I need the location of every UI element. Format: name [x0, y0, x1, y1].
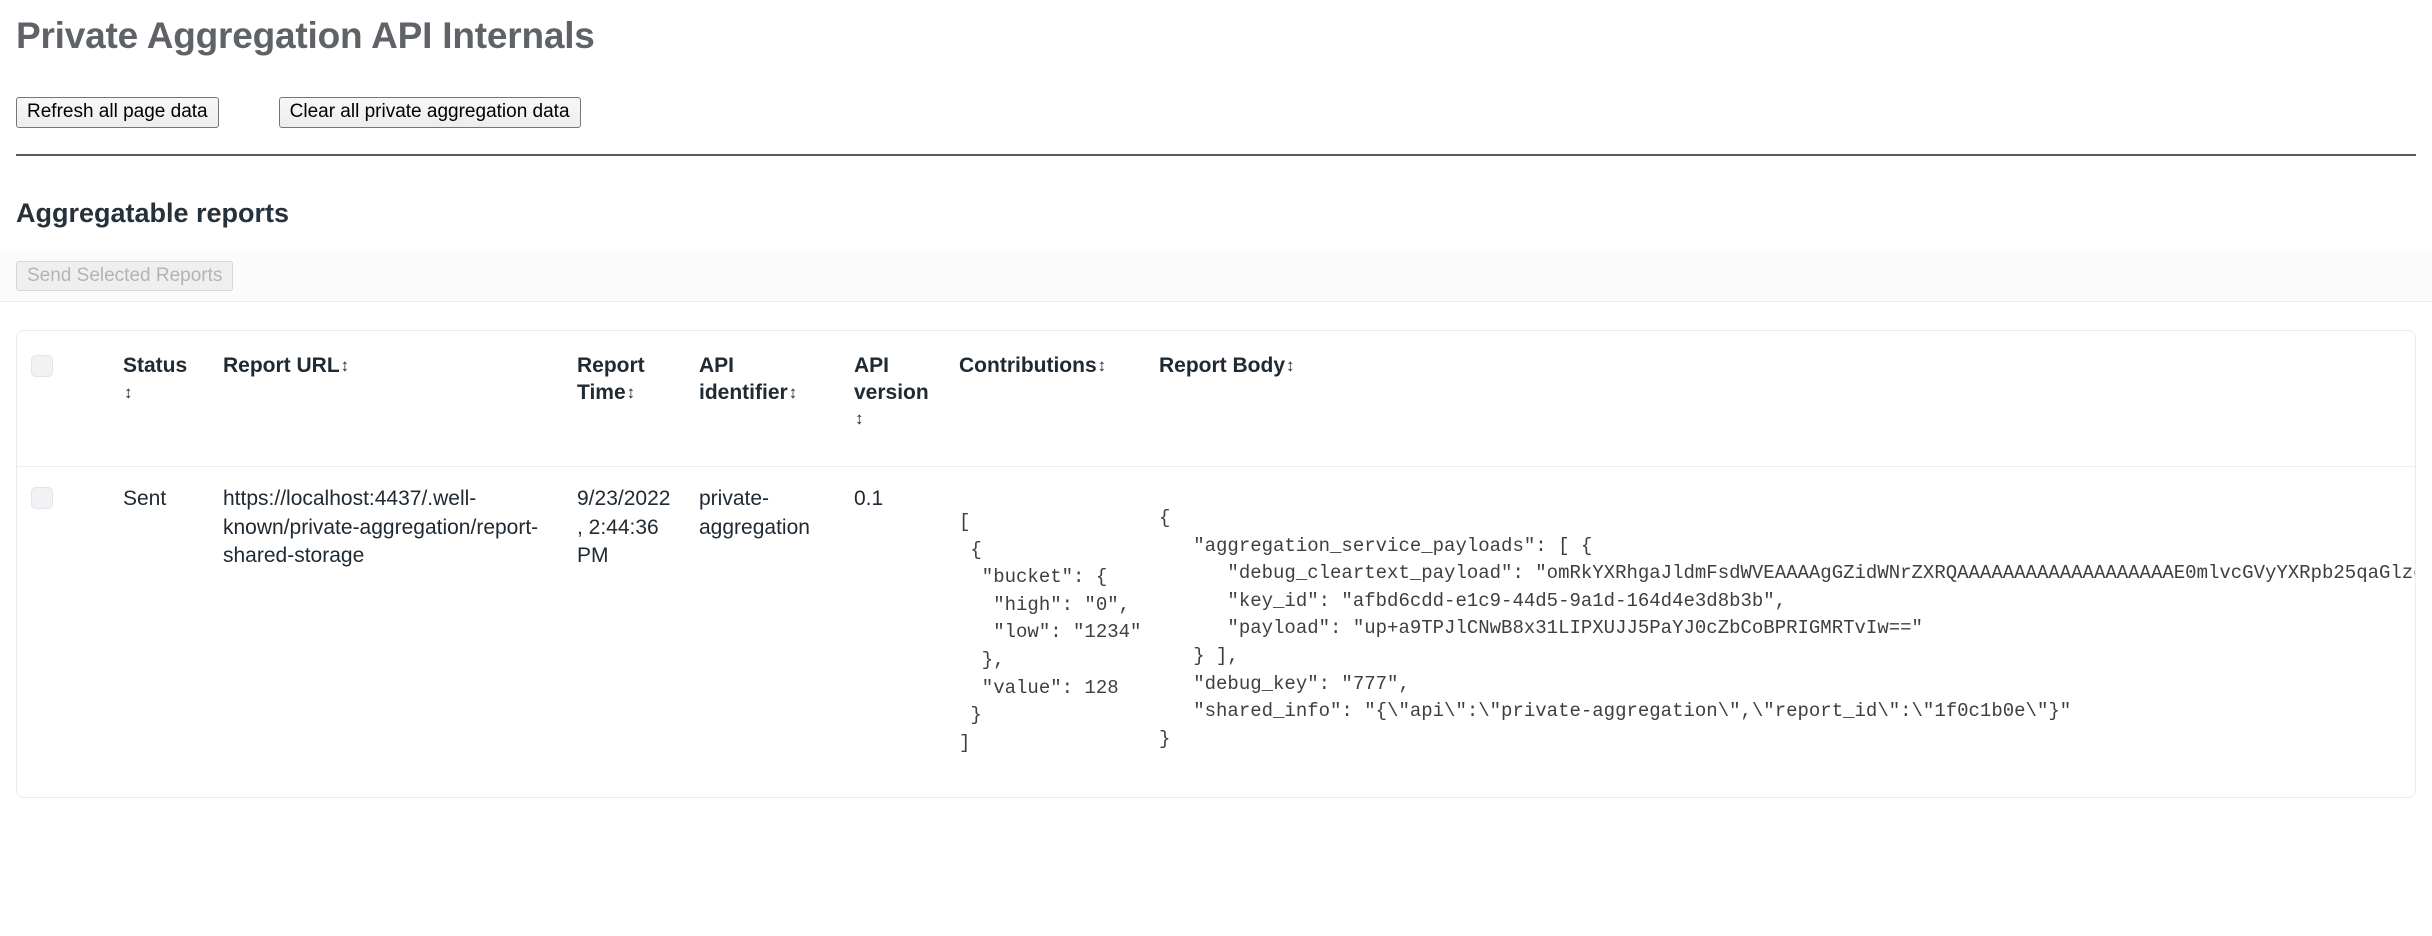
- sort-icon[interactable]: ↕: [341, 357, 350, 374]
- table-body: Sent https://localhost:4437/.well-known/…: [17, 467, 2416, 797]
- select-all-header: [17, 331, 109, 466]
- sort-icon[interactable]: ↕: [1286, 357, 1295, 374]
- column-label-api-identifier: API identifier: [699, 354, 788, 403]
- column-label-report-url: Report URL: [223, 354, 340, 377]
- column-label-report-body: Report Body: [1159, 354, 1285, 377]
- column-header-report-body[interactable]: Report Body↕: [1145, 331, 2416, 466]
- sort-icon[interactable]: ↕: [789, 384, 798, 401]
- contributions-json: [ { "bucket": { "high": "0", "low": "123…: [959, 509, 1131, 757]
- column-header-api-version[interactable]: API version ↕: [840, 331, 945, 466]
- refresh-all-page-data-button[interactable]: Refresh all page data: [16, 97, 219, 128]
- aggregatable-reports-table-container: Status↕ Report URL↕ Report Time↕ API ide…: [16, 330, 2416, 798]
- table-header-row: Status↕ Report URL↕ Report Time↕ API ide…: [17, 331, 2416, 466]
- aggregatable-reports-table: Status↕ Report URL↕ Report Time↕ API ide…: [17, 331, 2416, 797]
- reports-toolbar: Send Selected Reports: [0, 251, 2432, 303]
- report-body-json: { "aggregation_service_payloads": [ { "d…: [1159, 505, 2416, 753]
- column-label-status: Status: [123, 354, 187, 377]
- column-header-api-identifier[interactable]: API identifier↕: [685, 331, 840, 466]
- row-select-cell: [17, 467, 109, 797]
- column-label-api-version: API version: [854, 354, 929, 403]
- table-head: Status↕ Report URL↕ Report Time↕ API ide…: [17, 331, 2416, 466]
- column-header-status[interactable]: Status ↕: [109, 331, 209, 466]
- cell-report-time: 9/23/2022, 2:44:36 PM: [563, 467, 685, 797]
- cell-status: Sent: [109, 467, 209, 797]
- sort-icon[interactable]: ↕: [1098, 357, 1107, 374]
- cell-report-body: { "aggregation_service_payloads": [ { "d…: [1145, 467, 2416, 797]
- page-title: Private Aggregation API Internals: [16, 16, 2416, 57]
- send-selected-reports-button[interactable]: Send Selected Reports: [16, 261, 233, 292]
- cell-report-url: https://localhost:4437/.well-known/priva…: [209, 467, 563, 797]
- column-header-report-url[interactable]: Report URL↕: [209, 331, 563, 466]
- aggregatable-reports-heading: Aggregatable reports: [16, 198, 2416, 229]
- clear-all-private-aggregation-data-button[interactable]: Clear all private aggregation data: [279, 97, 581, 128]
- column-header-contributions[interactable]: Contributions↕: [945, 331, 1145, 466]
- cell-api-version: 0.1: [840, 467, 945, 797]
- page-root: Private Aggregation API Internals Refres…: [0, 16, 2432, 798]
- select-all-checkbox[interactable]: [31, 355, 53, 377]
- sort-icon[interactable]: ↕: [124, 384, 133, 401]
- table-row: Sent https://localhost:4437/.well-known/…: [17, 467, 2416, 797]
- cell-contributions: [ { "bucket": { "high": "0", "low": "123…: [945, 467, 1145, 797]
- row-select-checkbox[interactable]: [31, 487, 53, 509]
- sort-icon[interactable]: ↕: [855, 410, 864, 427]
- top-button-bar: Refresh all page data Clear all private …: [16, 97, 2416, 128]
- section-divider: [16, 154, 2416, 156]
- sort-icon[interactable]: ↕: [627, 384, 636, 401]
- column-header-report-time[interactable]: Report Time↕: [563, 331, 685, 466]
- cell-api-identifier: private-aggregation: [685, 467, 840, 797]
- column-label-contributions: Contributions: [959, 354, 1097, 377]
